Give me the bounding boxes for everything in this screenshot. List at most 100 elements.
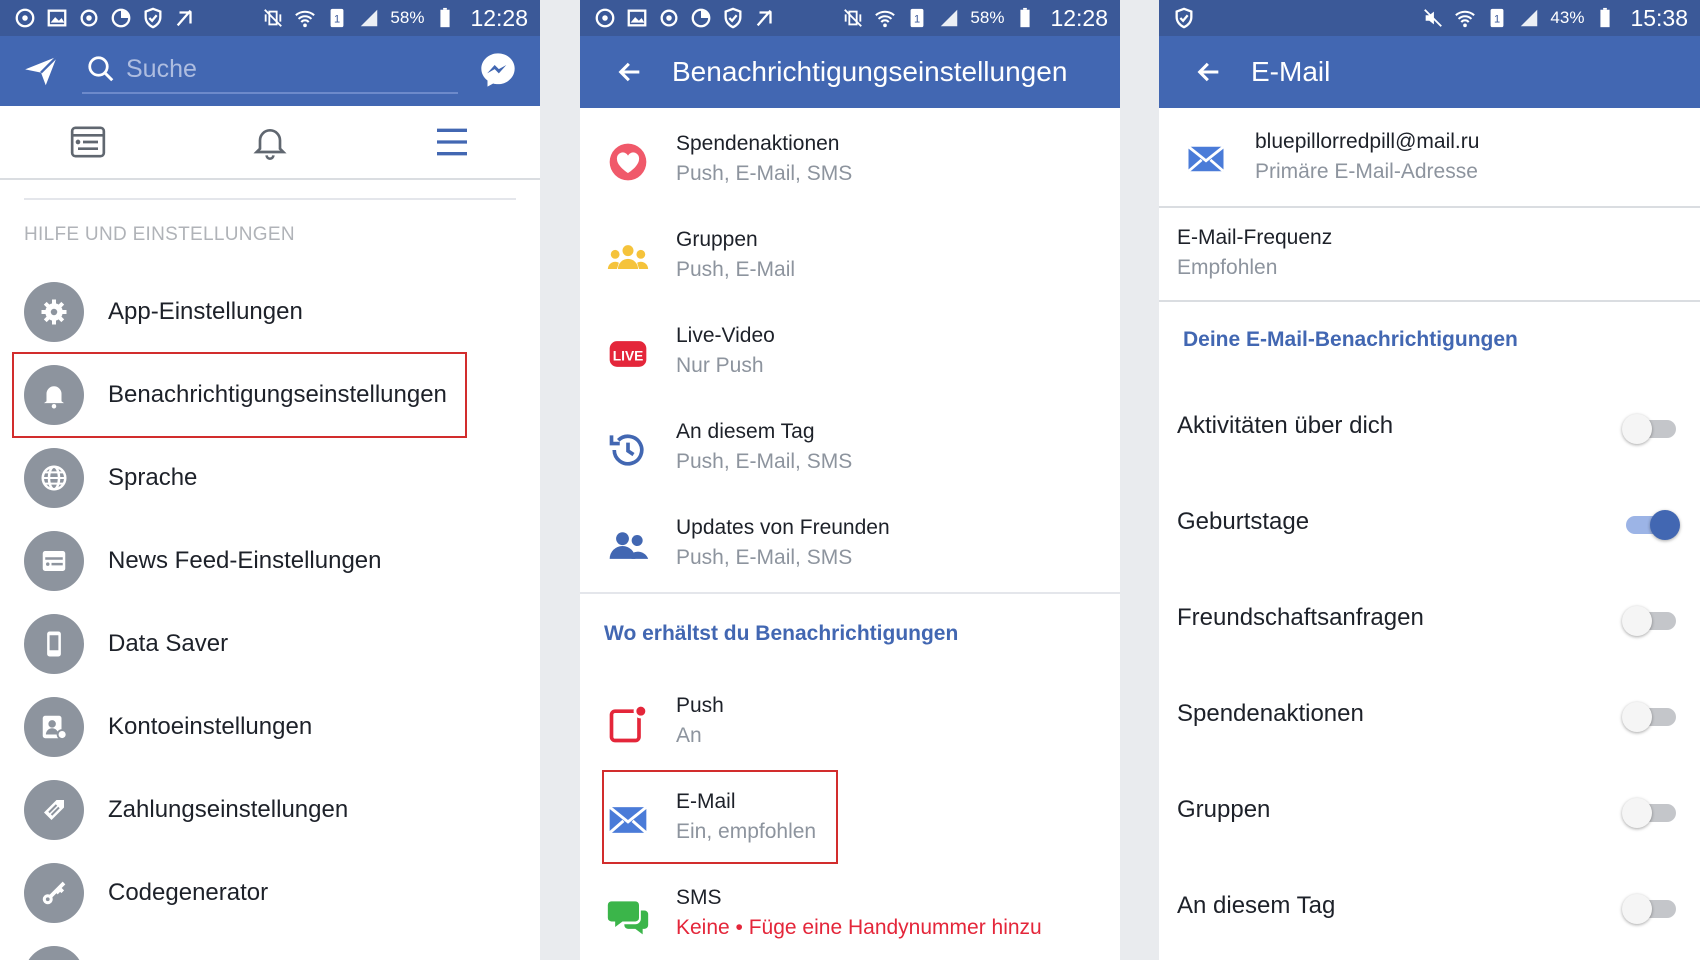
svg-text:1: 1	[1494, 14, 1500, 26]
sms-warning-text[interactable]: Keine • Füge eine Handynummer hinzu	[676, 916, 1042, 940]
status-bar: 1 43% 15:38	[1159, 0, 1700, 36]
back-button[interactable]	[1189, 52, 1229, 92]
toggle-switch[interactable]	[1622, 702, 1680, 732]
search-header: Suche	[0, 36, 540, 106]
key-icon	[24, 863, 84, 923]
item-subtitle: Nur Push	[676, 354, 764, 377]
primary-email-row[interactable]: bluepillorredpill@mail.ru Primäre E-Mail…	[1159, 108, 1700, 208]
svg-text:1: 1	[334, 14, 340, 26]
item-title: Push	[676, 694, 724, 717]
toggle-knob	[1622, 414, 1652, 444]
back-button[interactable]	[610, 52, 650, 92]
email-label: Primäre E-Mail-Adresse	[1255, 160, 1478, 183]
toggle-row[interactable]: An diesem Tag	[1159, 878, 1700, 938]
toggle-knob	[1622, 606, 1652, 636]
menu-item-payment-settings[interactable]: Zahlungseinstellungen	[24, 779, 524, 841]
image-status-icon	[626, 7, 648, 29]
flag-status-icon	[174, 7, 196, 29]
notification-item-friend-updates[interactable]: Updates von Freunden Push, E-Mail, SMS	[580, 502, 1120, 590]
toggle-row[interactable]: Geburtstage	[1159, 494, 1700, 554]
frequency-value: Empfohlen	[1177, 256, 1278, 279]
notifications-tab-icon[interactable]	[250, 122, 290, 162]
menu-item-label: Codegenerator	[108, 879, 269, 906]
image-status-icon	[46, 7, 68, 29]
send-icon[interactable]	[22, 52, 60, 90]
wifi-icon	[294, 7, 316, 29]
item-subtitle: Push, E-Mail, SMS	[676, 546, 853, 569]
toggle-row[interactable]: Spendenaktionen	[1159, 686, 1700, 746]
sim-icon: 1	[906, 7, 928, 29]
back-arrow-icon	[618, 62, 640, 82]
app-bar: Benachrichtigungseinstellungen	[580, 36, 1120, 108]
sim-icon: 1	[326, 7, 348, 29]
notification-item-live-video[interactable]: LIVE Live-Video Nur Push	[580, 310, 1120, 398]
menu-item-news-feed[interactable]: News Feed-Einstellungen	[24, 530, 524, 592]
item-title: Gruppen	[676, 228, 758, 251]
toggle-switch[interactable]	[1622, 894, 1680, 924]
toggle-label: Geburtstage	[1177, 508, 1310, 535]
page-title: E-Mail	[1251, 56, 1331, 87]
heart-icon	[609, 143, 647, 181]
battery-icon	[434, 7, 456, 29]
battery-percent: 58%	[970, 8, 1005, 27]
push-icon	[609, 703, 649, 743]
battery-icon	[1014, 7, 1036, 29]
toggle-switch[interactable]	[1622, 798, 1680, 828]
battery-icon	[1594, 7, 1616, 29]
menu-item-label: Data Saver	[108, 630, 229, 657]
sim-icon: 1	[1486, 7, 1508, 29]
toggle-knob	[1622, 894, 1652, 924]
menu-item-code-generator[interactable]: Codegenerator	[24, 862, 524, 924]
menu-item-app-settings[interactable]: App-Einstellungen	[24, 281, 524, 343]
flag-status-icon	[754, 7, 776, 29]
menu-item-label: Kontoeinstellungen	[108, 713, 313, 740]
highlight-box	[602, 770, 838, 864]
shield-status-icon	[1173, 7, 1195, 29]
search-input[interactable]: Suche	[82, 46, 458, 94]
channel-item-sms[interactable]: SMS Keine • Füge eine Handynummer hinzu	[580, 872, 1120, 960]
toggle-switch[interactable]	[1622, 510, 1680, 540]
item-title: An diesem Tag	[676, 420, 815, 443]
item-subtitle: Push, E-Mail, SMS	[676, 162, 853, 185]
notification-item-on-this-day[interactable]: An diesem Tag Push, E-Mail, SMS	[580, 406, 1120, 494]
channel-item-push[interactable]: Push An	[580, 680, 1120, 768]
tab-bar	[0, 106, 540, 180]
notification-item-groups[interactable]: Gruppen Push, E-Mail	[580, 214, 1120, 302]
toggle-knob	[1622, 702, 1652, 732]
toggle-knob	[1622, 798, 1652, 828]
toggle-label: An diesem Tag	[1177, 892, 1336, 919]
sync-status-icon	[658, 7, 680, 29]
status-bar: 1 58% 12:28	[0, 0, 540, 36]
newsfeed-tab-icon[interactable]	[68, 122, 108, 162]
account-gear-icon	[24, 697, 84, 757]
item-title: Updates von Freunden	[676, 516, 890, 539]
toggle-row[interactable]: Aktivitäten über dich	[1159, 398, 1700, 458]
tag-icon	[24, 780, 84, 840]
menu-item-data-saver[interactable]: Data Saver	[24, 613, 524, 675]
toggle-switch[interactable]	[1622, 606, 1680, 636]
battery-percent: 43%	[1550, 8, 1585, 27]
toggle-switch[interactable]	[1622, 414, 1680, 444]
toggle-label: Gruppen	[1177, 796, 1271, 823]
notification-item-fundraisers[interactable]: Spendenaktionen Push, E-Mail, SMS	[580, 118, 1120, 206]
sms-icon	[607, 901, 649, 935]
toggle-knob	[1650, 510, 1680, 540]
menu-item-account-settings[interactable]: Kontoeinstellungen	[24, 696, 524, 758]
toggle-label: Aktivitäten über dich	[1177, 412, 1394, 439]
toggle-row[interactable]: Freundschaftsanfragen	[1159, 590, 1700, 650]
status-time: 15:38	[1630, 4, 1688, 31]
item-title: Spendenaktionen	[676, 132, 840, 155]
section-header: HILFE UND EINSTELLUNGEN	[24, 224, 295, 245]
app-bar: E-Mail	[1159, 36, 1700, 108]
page-title: Benachrichtigungseinstellungen	[672, 56, 1068, 87]
toggle-row[interactable]: Gruppen	[1159, 782, 1700, 842]
signal-icon	[938, 7, 960, 29]
phone-menu-screen: 1 58% 12:28 Suche HILFE UND EINSTELLUNGE…	[0, 0, 540, 960]
search-icon	[88, 56, 114, 82]
messenger-icon[interactable]	[478, 50, 518, 90]
menu-item-language[interactable]: Sprache	[24, 447, 524, 509]
menu-item-label: News Feed-Einstellungen	[108, 547, 382, 574]
menu-item-partial[interactable]	[24, 945, 524, 960]
menu-tab-icon[interactable]	[432, 122, 472, 162]
email-frequency-row[interactable]: E-Mail-Frequenz Empfohlen	[1159, 208, 1700, 302]
